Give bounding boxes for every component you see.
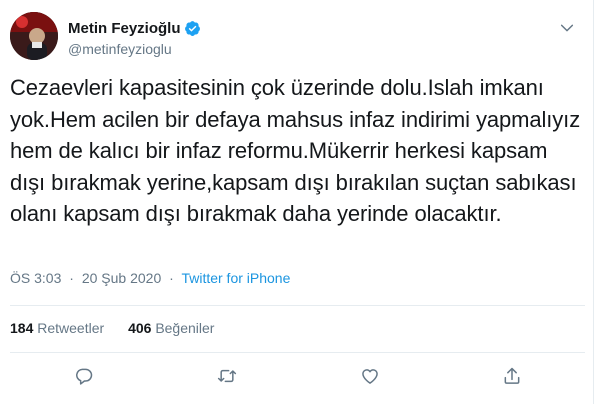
likes-stat[interactable]: 406 Beğeniler <box>128 320 214 336</box>
tweet-date[interactable]: 20 Şub 2020 <box>82 270 161 286</box>
tweet-header: Metin Feyzioğlu @metinfeyzioglu <box>10 10 585 60</box>
tweet-source-link[interactable]: Twitter for iPhone <box>181 270 290 286</box>
tweet-stats: 184 Retweetler 406 Beğeniler <box>10 320 234 336</box>
user-info: Metin Feyzioğlu @metinfeyzioglu <box>68 19 201 57</box>
tweet-text: Cezaevleri kapasitesinin çok üzerinde do… <box>10 75 587 226</box>
share-icon <box>504 367 520 384</box>
meta-separator: · <box>169 270 174 286</box>
divider <box>10 305 585 306</box>
divider <box>10 352 585 353</box>
retweet-button[interactable] <box>215 364 239 388</box>
user-name[interactable]: Metin Feyzioğlu <box>68 20 181 37</box>
tweet-meta: ÖS 3:03 · 20 Şub 2020 · Twitter for iPho… <box>10 270 290 286</box>
heart-icon <box>362 369 378 384</box>
tweet-time[interactable]: ÖS 3:03 <box>10 270 61 286</box>
likes-count: 406 <box>128 320 152 336</box>
likes-label: Beğeniler <box>155 320 215 336</box>
avatar-image <box>10 12 58 60</box>
retweets-count: 184 <box>10 320 34 336</box>
user-handle[interactable]: @metinfeyzioglu <box>68 41 201 57</box>
tweet-actions <box>10 362 585 392</box>
retweet-icon <box>217 369 237 383</box>
retweets-stat[interactable]: 184 Retweetler <box>10 320 108 336</box>
meta-separator: · <box>69 270 74 286</box>
like-button[interactable] <box>358 364 382 388</box>
share-button[interactable] <box>500 364 524 388</box>
reply-button[interactable] <box>72 364 96 388</box>
reply-icon <box>76 368 93 385</box>
tweet-card: Metin Feyzioğlu @metinfeyzioglu Cezaevle… <box>0 0 594 404</box>
retweets-label: Retweetler <box>37 320 105 336</box>
verified-badge-icon <box>184 20 201 37</box>
avatar[interactable] <box>10 12 58 60</box>
chevron-down-icon[interactable] <box>559 20 575 36</box>
